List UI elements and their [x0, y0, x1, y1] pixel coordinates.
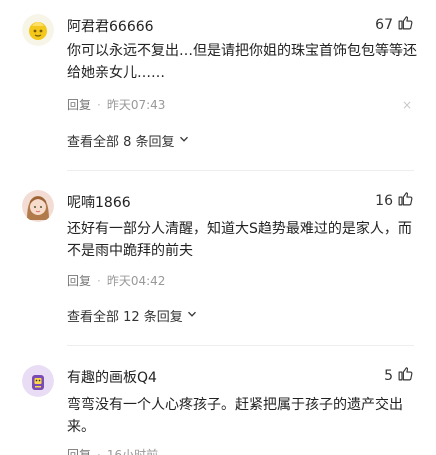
- comment-text: 弯弯没有一个人心疼孩子。赶紧把属于孩子的遗产交出来。: [67, 397, 403, 435]
- view-replies-label: 查看全部 12 条回复: [67, 310, 183, 325]
- thumbs-up-icon[interactable]: [397, 190, 414, 211]
- reply-button[interactable]: 回复: [67, 272, 91, 289]
- close-icon[interactable]: ×: [402, 98, 412, 112]
- reply-button[interactable]: 回复: [67, 446, 91, 455]
- view-all-replies-button[interactable]: 查看全部 12 条回复: [67, 306, 197, 325]
- like-button[interactable]: 16: [375, 190, 414, 211]
- avatar[interactable]: [22, 14, 54, 46]
- comment-meta: 回复 · 16小时前: [67, 446, 158, 455]
- avatar[interactable]: [22, 365, 54, 397]
- chevron-down-icon: [179, 133, 189, 148]
- separator-dot: ·: [97, 97, 101, 112]
- comment-meta: 回复 · 昨天04:42: [67, 272, 165, 289]
- reply-button[interactable]: 回复: [67, 96, 91, 113]
- comment-text: 你可以永远不复出…但是请把你姐的珠宝首饰包包等等还给她亲女儿……: [67, 43, 417, 81]
- separator-dot: ·: [97, 447, 101, 455]
- avatar[interactable]: [22, 190, 54, 222]
- like-button[interactable]: 5: [383, 365, 414, 386]
- like-count: 67: [375, 16, 393, 33]
- comment-text: 还好有一部分人清醒，知道大S趋势最难过的是家人，而不是雨中跪拜的前夫: [67, 221, 412, 259]
- like-count: 5: [384, 367, 393, 384]
- comment-username[interactable]: 呢喃1866: [67, 192, 131, 212]
- separator-dot: ·: [97, 273, 101, 288]
- chevron-down-icon: [187, 308, 197, 323]
- comment-username[interactable]: 阿君君66666: [67, 16, 154, 36]
- comment-time: 昨天07:43: [106, 98, 166, 112]
- divider: [67, 345, 414, 346]
- thumbs-up-icon[interactable]: [397, 14, 414, 35]
- comment-username[interactable]: 有趣的画板Q4: [67, 367, 157, 387]
- like-count: 16: [375, 192, 393, 209]
- comment-time: 昨天04:42: [106, 274, 166, 288]
- comment-time: 16小时前: [106, 448, 159, 455]
- thumbs-up-icon[interactable]: [397, 365, 414, 386]
- divider: [67, 170, 414, 171]
- view-replies-label: 查看全部 8 条回复: [67, 135, 175, 150]
- like-button[interactable]: 67: [375, 14, 414, 35]
- view-all-replies-button[interactable]: 查看全部 8 条回复: [67, 131, 189, 150]
- comment-meta: 回复 · 昨天07:43: [67, 96, 165, 113]
